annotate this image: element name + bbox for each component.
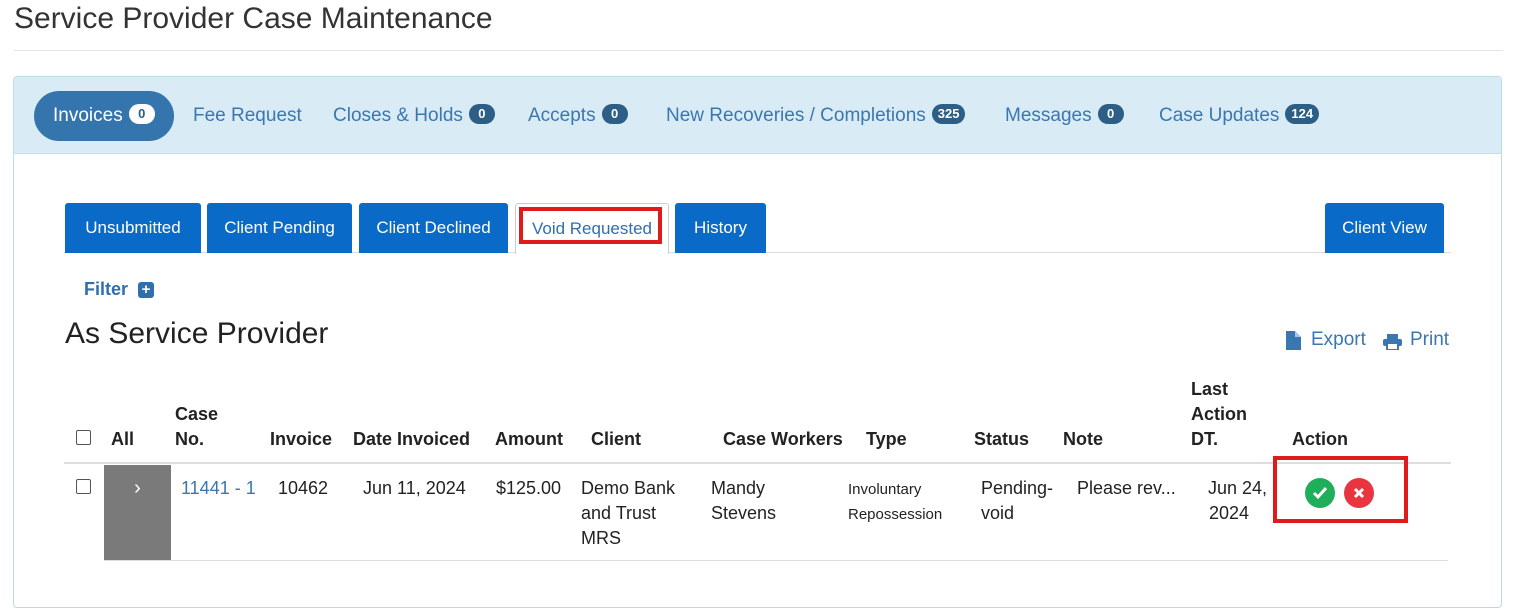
count-badge: 325 bbox=[931, 103, 966, 124]
tab-invoices[interactable]: Invoices 0 bbox=[34, 91, 174, 141]
col-last-line3: DT. bbox=[1191, 429, 1218, 449]
cell-status-line1: Pending- bbox=[981, 478, 1054, 498]
subtab-history[interactable]: History bbox=[675, 203, 766, 253]
col-case-workers: Case Workers bbox=[723, 429, 843, 449]
export-link[interactable]: Export bbox=[1311, 329, 1366, 351]
top-tab-bar: Invoices 0 Fee Request Closes & Holds 0 Ac… bbox=[14, 77, 1501, 154]
col-note: Note bbox=[1063, 429, 1103, 449]
cell-note: Please rev... bbox=[1077, 478, 1176, 498]
tab-new-recoveries[interactable]: New Recoveries / Completions 325 bbox=[666, 91, 966, 141]
tab-label: Accepts bbox=[528, 105, 596, 126]
title-divider bbox=[14, 50, 1503, 51]
printer-icon-svg bbox=[1383, 334, 1402, 351]
col-status: Status bbox=[974, 429, 1030, 449]
case-number-link[interactable]: 11441 - 1 bbox=[181, 476, 256, 501]
count-badge: 0 bbox=[128, 103, 155, 124]
tab-label: Case Updates bbox=[1159, 105, 1280, 126]
tab-case-updates[interactable]: Case Updates 124 bbox=[1159, 91, 1320, 141]
plus-icon[interactable]: + bbox=[138, 282, 154, 298]
cell-worker-line2: Stevens bbox=[711, 503, 777, 523]
cell-type-line2: Repossession bbox=[848, 506, 943, 523]
col-action: Action bbox=[1292, 429, 1348, 449]
subtab-unsubmitted[interactable]: Unsubmitted bbox=[65, 203, 201, 253]
col-last-line1: Last bbox=[1191, 379, 1229, 399]
row-divider bbox=[104, 560, 1448, 561]
col-client: Client bbox=[591, 429, 642, 449]
col-invoice: Invoice bbox=[270, 429, 333, 449]
cell-amount: $125.00 bbox=[496, 478, 562, 498]
cell-type-line1: Involuntary bbox=[848, 481, 922, 498]
print-link[interactable]: Print bbox=[1410, 329, 1449, 351]
col-case-no-line2: No. bbox=[175, 429, 204, 449]
cell-client-line2: and Trust bbox=[581, 503, 657, 523]
col-all: All bbox=[111, 429, 135, 449]
tab-closes-holds[interactable]: Closes & Holds 0 bbox=[333, 91, 495, 141]
count-badge: 0 bbox=[468, 103, 495, 124]
col-type: Type bbox=[866, 429, 907, 449]
tab-label: Closes & Holds bbox=[333, 105, 463, 126]
cell-client-line3: MRS bbox=[581, 528, 621, 548]
tab-label: Messages bbox=[1005, 105, 1092, 126]
col-case-no-line1: Case bbox=[175, 404, 219, 424]
cell-date-invoiced: Jun 11, 2024 bbox=[363, 478, 466, 498]
highlight-box bbox=[1273, 456, 1408, 523]
client-view-button[interactable]: Client View bbox=[1325, 203, 1444, 253]
col-date-invoiced: Date Invoiced bbox=[353, 429, 471, 449]
cell-last-line1: Jun 24, bbox=[1208, 478, 1268, 498]
tab-accepts[interactable]: Accepts 0 bbox=[528, 91, 628, 141]
subtab-client-declined[interactable]: Client Declined bbox=[359, 203, 508, 253]
col-last-line2: Action bbox=[1191, 404, 1247, 424]
chevron-right-icon: › bbox=[134, 477, 141, 499]
tab-label: New Recoveries / Completions bbox=[666, 105, 926, 126]
tab-label: Invoices bbox=[53, 105, 123, 126]
printer-icon[interactable] bbox=[1383, 334, 1402, 355]
subtab-client-pending[interactable]: Client Pending bbox=[207, 203, 352, 253]
expand-row-button[interactable]: › bbox=[104, 465, 171, 560]
cell-client-line1: Demo Bank bbox=[581, 478, 676, 498]
highlight-box bbox=[519, 207, 662, 244]
filter-toggle[interactable]: Filter bbox=[84, 279, 128, 300]
cell-status-line2: void bbox=[981, 503, 1015, 523]
count-badge: 124 bbox=[1285, 103, 1320, 124]
count-badge: 0 bbox=[1097, 103, 1124, 124]
page-title: Service Provider Case Maintenance bbox=[14, 2, 493, 35]
select-all-checkbox[interactable] bbox=[76, 430, 91, 445]
cell-last-line2: 2024 bbox=[1209, 503, 1250, 523]
cell-worker-line1: Mandy bbox=[711, 478, 766, 498]
count-badge: 0 bbox=[601, 103, 628, 124]
header-divider bbox=[64, 462, 1451, 464]
file-icon[interactable] bbox=[1286, 331, 1301, 355]
section-title: As Service Provider bbox=[65, 317, 329, 350]
tab-fee-request[interactable]: Fee Request bbox=[193, 91, 302, 141]
row-checkbox[interactable] bbox=[76, 479, 91, 494]
cell-invoice: 10462 bbox=[278, 478, 329, 498]
file-icon-svg bbox=[1286, 331, 1301, 350]
tab-messages[interactable]: Messages 0 bbox=[1005, 91, 1124, 141]
tab-label: Fee Request bbox=[193, 105, 302, 126]
invoices-panel: Invoices 0 Fee Request Closes & Holds 0 Ac… bbox=[13, 76, 1502, 608]
col-amount: Amount bbox=[495, 429, 563, 449]
